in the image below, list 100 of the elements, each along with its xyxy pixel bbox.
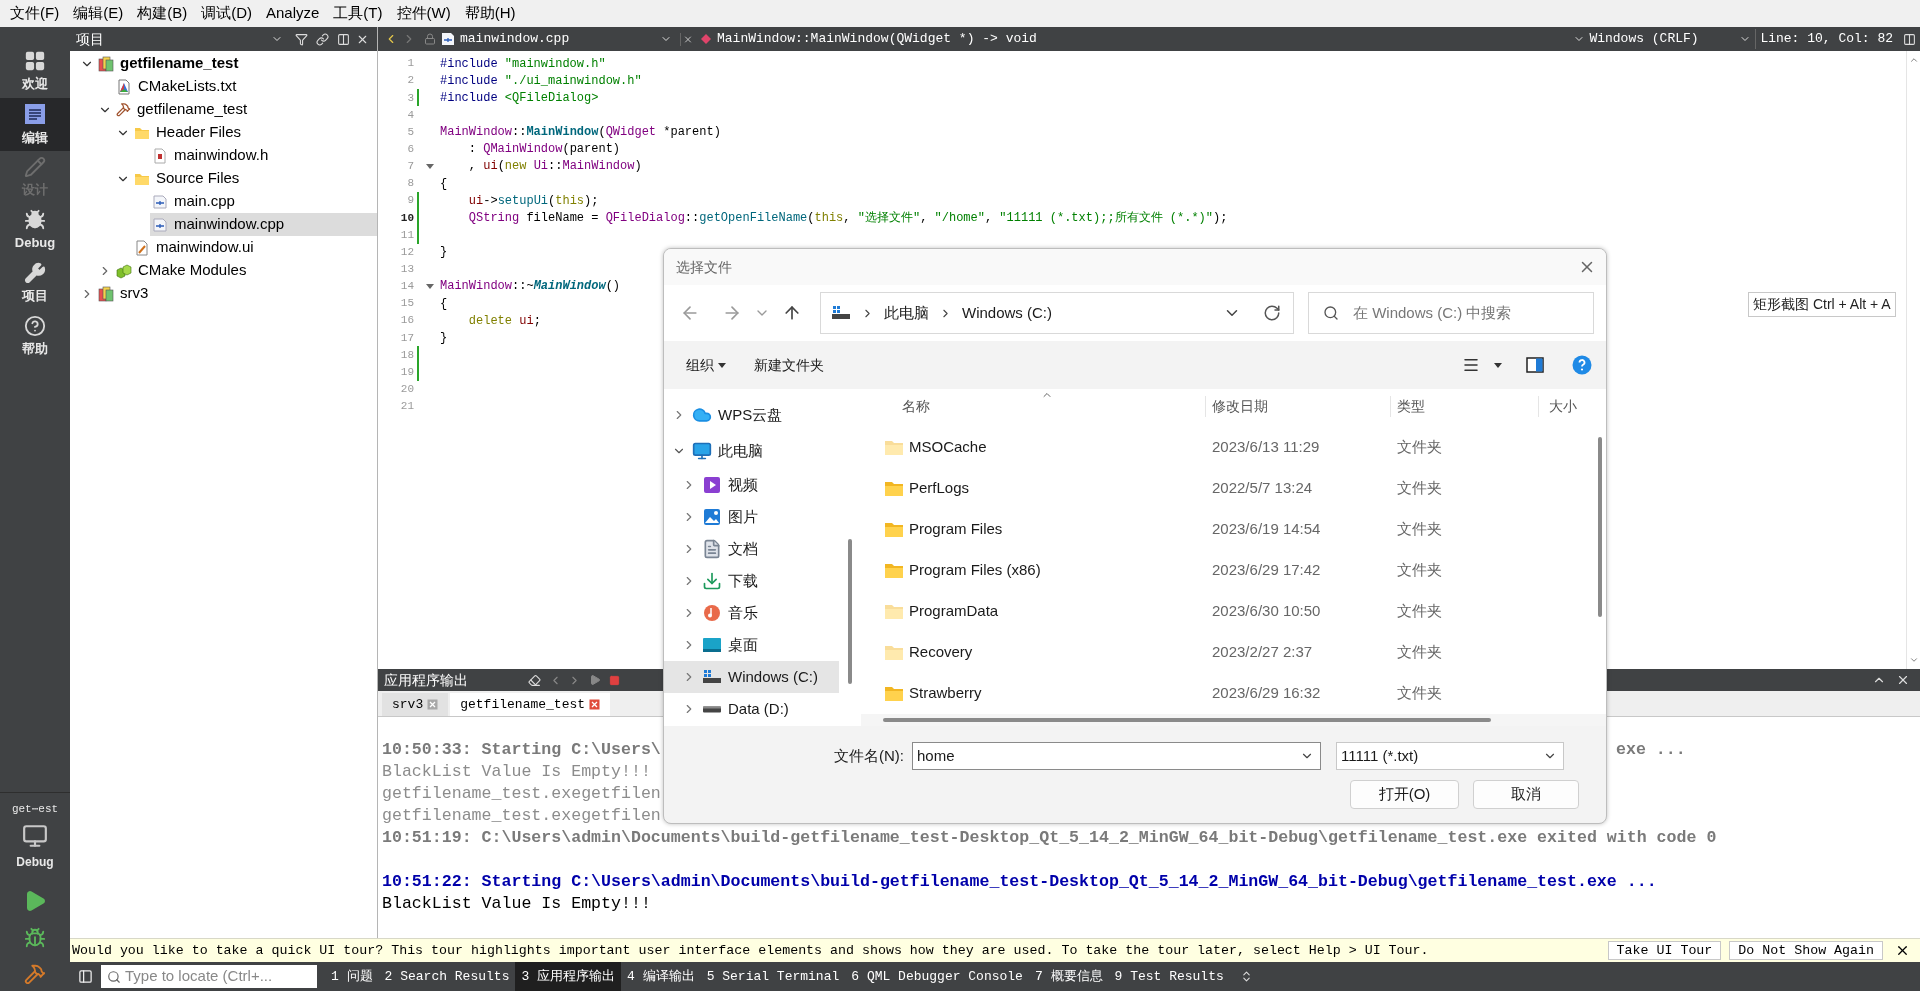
search-icon [1323, 305, 1339, 321]
nav-item[interactable]: 下载 [664, 565, 839, 597]
run-icon[interactable] [589, 674, 601, 686]
menu-item[interactable]: 帮助(H) [457, 2, 523, 25]
output-pane-button[interactable]: 2 Search Results [378, 962, 516, 991]
take-tour-button[interactable]: Take UI Tour [1607, 941, 1722, 960]
file-row[interactable]: PerfLogs 2022/5/7 13:24 文件夹 [861, 468, 1594, 509]
file-row[interactable]: ProgramData 2023/6/30 10:50 文件夹 [861, 591, 1594, 632]
cancel-button[interactable]: 取消 [1473, 780, 1579, 809]
output-line: 10:51:22: Starting C:\Users\admin\Documents\build-getfilename_test-Desktop_Qt_5_14_2_MinGW_64_bit-Debug\getfilename_test.exe ... [382, 871, 1657, 893]
column-header[interactable]: 类型 [1391, 395, 1539, 417]
close-icon[interactable] [1895, 943, 1910, 958]
output-pane-button[interactable]: 5 Serial Terminal [700, 962, 846, 991]
menu-item[interactable]: 构建(B) [130, 2, 195, 25]
search-field[interactable]: 在 Windows (C:) 中搜索 [1308, 292, 1594, 334]
mode-button[interactable]: 欢迎 [0, 45, 70, 98]
scrollbar[interactable] [1598, 437, 1602, 617]
breadcrumb-item[interactable]: Windows (C:) [962, 301, 1052, 325]
nav-item[interactable]: 图片 [664, 501, 839, 533]
output-pane-button[interactable]: 3 应用程序输出 [515, 962, 622, 991]
menu-item[interactable]: 工具(T) [326, 2, 390, 25]
column-header[interactable]: 修改日期 [1206, 395, 1391, 417]
tree-item[interactable]: main.cpp [150, 190, 377, 213]
tree-item[interactable]: Source Files [132, 167, 377, 190]
fold-arrow-icon[interactable] [425, 163, 434, 169]
clear-icon[interactable] [528, 673, 541, 687]
address-bar[interactable]: 此电脑 Windows (C:) [820, 292, 1294, 334]
file-row[interactable]: MSOCache 2023/6/13 11:29 文件夹 [861, 427, 1594, 468]
mode-button[interactable]: 帮助 [0, 310, 70, 363]
tree-item[interactable]: getfilename_test [114, 98, 377, 121]
output-pane-button[interactable]: 7 概要信息 [1028, 962, 1109, 991]
tree-item[interactable]: mainwindow.ui [132, 236, 377, 259]
nav-item[interactable]: 桌面 [664, 629, 839, 661]
tree-item[interactable]: Header Files [132, 121, 377, 144]
nav-item[interactable]: Windows (C:) [664, 661, 839, 693]
scroll-up-icon[interactable] [1908, 55, 1919, 65]
view-list-icon[interactable] [1462, 356, 1480, 374]
menu-item[interactable]: 文件(F) [3, 2, 67, 25]
mode-button[interactable]: 编辑 [0, 98, 70, 151]
split-icon[interactable] [337, 32, 350, 46]
nav-item[interactable]: Data (D:) [664, 693, 839, 725]
file-row[interactable]: Program Files 2023/6/19 14:54 文件夹 [861, 509, 1594, 550]
tree-item[interactable]: CMakeLists.txt [114, 75, 377, 98]
cursor-position[interactable]: Line: 10, Col: 82 [1755, 29, 1893, 49]
line-ending-selector[interactable]: Windows (CRLF) [1589, 29, 1740, 49]
menu-item[interactable]: Analyze [259, 2, 327, 25]
file-row[interactable]: Program Files (x86) 2023/6/29 17:42 文件夹 [861, 550, 1594, 591]
nav-item[interactable]: WPS云盘 [664, 397, 839, 433]
dismiss-tour-button[interactable]: Do Not Show Again [1729, 941, 1883, 960]
mode-button[interactable]: Debug [0, 204, 70, 257]
new-folder-button[interactable]: 新建文件夹 [754, 354, 824, 376]
help-icon[interactable] [1572, 355, 1592, 375]
menu-item[interactable]: 编辑(E) [66, 2, 131, 25]
nav-item[interactable]: 音乐 [664, 597, 839, 629]
locator-field[interactable]: Type to locate (Ctrl+... [101, 965, 317, 988]
file-row[interactable]: Strawberry 2023/6/29 16:32 文件夹 [861, 673, 1594, 714]
mode-button[interactable]: 项目 [0, 257, 70, 310]
tree-item[interactable]: mainwindow.cpp [150, 213, 377, 236]
output-pane-button[interactable]: 4 编译输出 [621, 962, 701, 991]
nav-item[interactable]: 文档 [664, 533, 839, 565]
preview-pane-icon[interactable] [1526, 357, 1544, 373]
sidebar-toggle-icon[interactable] [78, 969, 93, 984]
output-tab[interactable]: getfilename_test [450, 693, 611, 716]
tree-item[interactable]: getfilename_test [96, 52, 377, 75]
caret-icon[interactable] [1494, 362, 1502, 368]
menu-item[interactable]: 调试(D) [194, 2, 259, 25]
close-icon[interactable] [1896, 673, 1910, 687]
output-pane-button[interactable]: 6 QML Debugger Console [845, 962, 1029, 991]
stop-icon[interactable] [609, 674, 620, 686]
link-icon[interactable] [316, 32, 329, 46]
column-header[interactable]: 名称 [902, 395, 1206, 417]
tree-item[interactable]: CMake Modules [114, 259, 377, 282]
file-selector[interactable]: mainwindow.cpp [460, 29, 660, 49]
file-type-select[interactable]: 11111 (*.txt) [1336, 742, 1564, 770]
file-name-field[interactable]: home [912, 742, 1321, 770]
refresh-icon[interactable] [1263, 304, 1281, 322]
output-pane-button[interactable]: 1 问题 [325, 962, 379, 991]
nav-item[interactable]: 视频 [664, 469, 839, 501]
fold-arrow-icon[interactable] [425, 283, 434, 289]
kit-selector[interactable]: get⋯est Debug [11, 800, 59, 871]
split-icon[interactable] [1903, 32, 1916, 46]
scrollbar[interactable] [883, 718, 1491, 722]
scroll-down-icon[interactable] [1908, 655, 1919, 665]
symbol-selector[interactable]: MainWindow::MainWindow(QWidget *) -> void [717, 29, 1037, 49]
output-tab[interactable]: srv3 [382, 693, 449, 716]
build-icon[interactable] [24, 963, 46, 985]
menu-item[interactable]: 控件(W) [389, 2, 458, 25]
tree-item[interactable]: mainwindow.h [150, 144, 377, 167]
debug-run-icon[interactable] [24, 927, 46, 949]
breadcrumb-item[interactable]: 此电脑 [884, 301, 929, 325]
column-header[interactable]: 大小 [1539, 395, 1577, 417]
lock-icon[interactable] [424, 33, 436, 45]
open-button[interactable]: 打开(O) [1350, 780, 1459, 809]
filter-icon[interactable] [295, 32, 308, 46]
file-row[interactable]: Recovery 2023/2/27 2:37 文件夹 [861, 632, 1594, 673]
nav-item[interactable]: 此电脑 [664, 433, 839, 469]
tree-item[interactable]: srv3 [96, 282, 377, 305]
organize-button[interactable]: 组织 [686, 354, 726, 376]
scrollbar[interactable] [848, 539, 852, 684]
output-pane-button[interactable]: 9 Test Results [1108, 962, 1230, 991]
